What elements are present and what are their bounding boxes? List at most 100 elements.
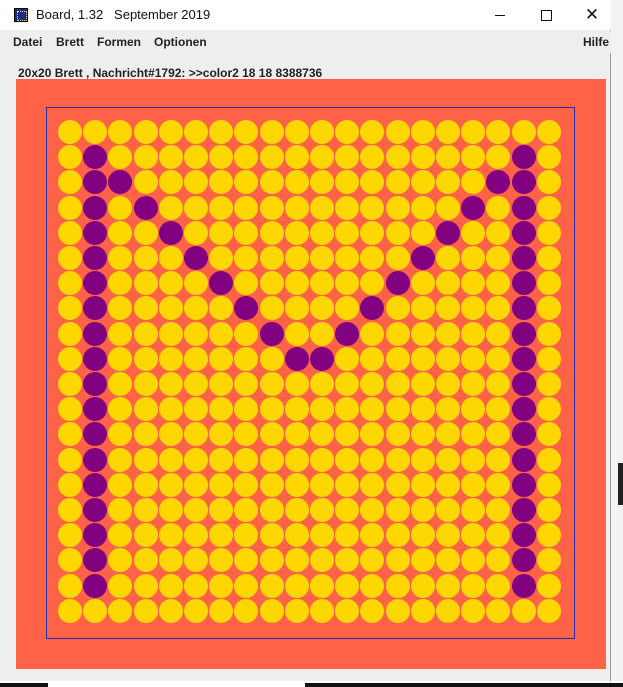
board-cell[interactable]: [335, 599, 359, 623]
board-cell[interactable]: [58, 372, 82, 396]
board-cell[interactable]: [512, 246, 536, 270]
board-cell[interactable]: [108, 347, 132, 371]
board-cell[interactable]: [83, 221, 107, 245]
board-cell[interactable]: [537, 347, 561, 371]
board-cell[interactable]: [436, 296, 460, 320]
board-cell[interactable]: [335, 422, 359, 446]
board-cell[interactable]: [411, 221, 435, 245]
board-cell[interactable]: [360, 548, 384, 572]
board-cell[interactable]: [285, 599, 309, 623]
board-cell[interactable]: [234, 322, 258, 346]
board-cell[interactable]: [411, 372, 435, 396]
board-cell[interactable]: [411, 322, 435, 346]
board-cell[interactable]: [134, 574, 158, 598]
board-cell[interactable]: [537, 548, 561, 572]
board-cell[interactable]: [461, 196, 485, 220]
board-cell[interactable]: [360, 246, 384, 270]
board-cell[interactable]: [134, 322, 158, 346]
board-cell[interactable]: [234, 473, 258, 497]
board-cell[interactable]: [335, 322, 359, 346]
board-cell[interactable]: [108, 271, 132, 295]
board-cell[interactable]: [234, 574, 258, 598]
board-cell[interactable]: [486, 498, 510, 522]
board-cell[interactable]: [134, 523, 158, 547]
board-cell[interactable]: [486, 246, 510, 270]
board-cell[interactable]: [486, 523, 510, 547]
menu-brett[interactable]: Brett: [56, 35, 84, 49]
board-cell[interactable]: [537, 523, 561, 547]
board-cell[interactable]: [512, 196, 536, 220]
board-cell[interactable]: [108, 372, 132, 396]
board-cell[interactable]: [159, 574, 183, 598]
board-cell[interactable]: [108, 246, 132, 270]
board-cell[interactable]: [310, 120, 334, 144]
board-cell[interactable]: [285, 196, 309, 220]
board-cell[interactable]: [83, 347, 107, 371]
board-cell[interactable]: [537, 120, 561, 144]
board-cell[interactable]: [184, 246, 208, 270]
board-cell[interactable]: [58, 145, 82, 169]
board-cell[interactable]: [512, 322, 536, 346]
board-cell[interactable]: [537, 372, 561, 396]
board-cell[interactable]: [512, 372, 536, 396]
board-cell[interactable]: [537, 599, 561, 623]
board-cell[interactable]: [310, 196, 334, 220]
board-cell[interactable]: [184, 120, 208, 144]
board-cell[interactable]: [436, 347, 460, 371]
board-cell[interactable]: [335, 448, 359, 472]
board-cell[interactable]: [285, 523, 309, 547]
board-cell[interactable]: [260, 473, 284, 497]
board-cell[interactable]: [486, 599, 510, 623]
board-cell[interactable]: [159, 170, 183, 194]
board-cell[interactable]: [486, 548, 510, 572]
board-cell[interactable]: [209, 473, 233, 497]
board-cell[interactable]: [159, 372, 183, 396]
board-cell[interactable]: [58, 296, 82, 320]
board-cell[interactable]: [360, 599, 384, 623]
board-cell[interactable]: [234, 498, 258, 522]
board-cell[interactable]: [310, 322, 334, 346]
board-cell[interactable]: [83, 498, 107, 522]
board-cell[interactable]: [159, 498, 183, 522]
board-cell[interactable]: [209, 523, 233, 547]
board-cell[interactable]: [360, 196, 384, 220]
board-cell[interactable]: [58, 473, 82, 497]
board-cell[interactable]: [411, 422, 435, 446]
board-cell[interactable]: [335, 498, 359, 522]
board-cell[interactable]: [134, 448, 158, 472]
board-cell[interactable]: [360, 473, 384, 497]
board-cell[interactable]: [134, 599, 158, 623]
board-cell[interactable]: [260, 523, 284, 547]
board-cell[interactable]: [159, 196, 183, 220]
board-cell[interactable]: [234, 599, 258, 623]
board-cell[interactable]: [436, 498, 460, 522]
board-cell[interactable]: [360, 448, 384, 472]
board-cell[interactable]: [360, 574, 384, 598]
board-cell[interactable]: [260, 322, 284, 346]
board-cell[interactable]: [184, 397, 208, 421]
board-cell[interactable]: [58, 221, 82, 245]
board-cell[interactable]: [486, 196, 510, 220]
board-cell[interactable]: [234, 120, 258, 144]
board-cell[interactable]: [461, 523, 485, 547]
board-cell[interactable]: [83, 271, 107, 295]
board-cell[interactable]: [108, 296, 132, 320]
board-cell[interactable]: [83, 548, 107, 572]
board-cell[interactable]: [184, 599, 208, 623]
board-cell[interactable]: [360, 372, 384, 396]
board-cell[interactable]: [537, 574, 561, 598]
board-cell[interactable]: [461, 599, 485, 623]
board-cell[interactable]: [58, 599, 82, 623]
board-cell[interactable]: [512, 574, 536, 598]
board-cell[interactable]: [184, 574, 208, 598]
board-cell[interactable]: [134, 196, 158, 220]
board-cell[interactable]: [537, 448, 561, 472]
board-cell[interactable]: [310, 271, 334, 295]
board-cell[interactable]: [159, 271, 183, 295]
board-cell[interactable]: [411, 120, 435, 144]
board-cell[interactable]: [335, 372, 359, 396]
board-cell[interactable]: [411, 473, 435, 497]
board-cell[interactable]: [209, 296, 233, 320]
board-cell[interactable]: [83, 145, 107, 169]
board-cell[interactable]: [411, 599, 435, 623]
